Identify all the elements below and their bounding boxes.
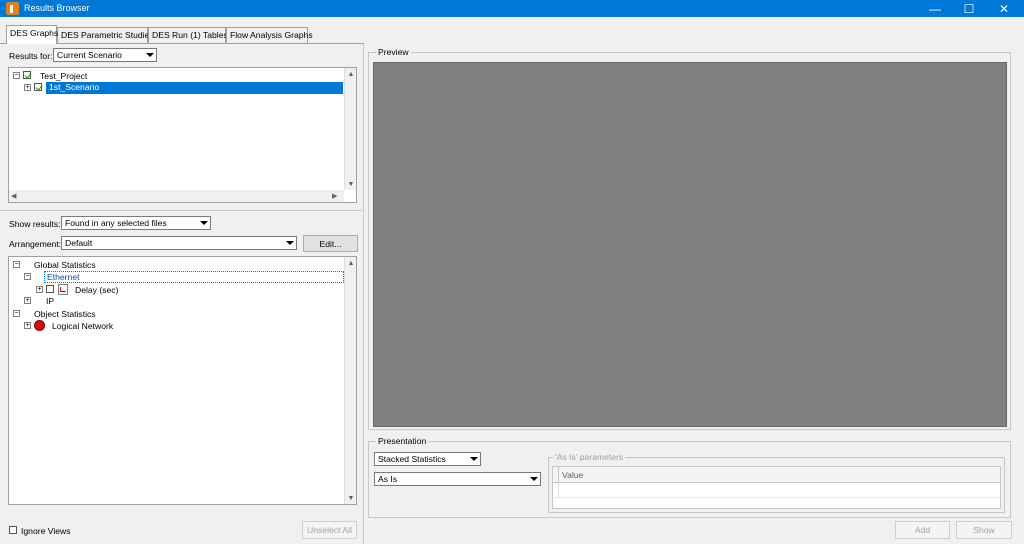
- scroll-down-icon[interactable]: ▼: [345, 492, 357, 504]
- collapse-icon[interactable]: −: [13, 261, 20, 268]
- tree-item-ethernet[interactable]: Ethernet: [44, 271, 344, 283]
- results-for-select[interactable]: Current Scenario: [53, 48, 157, 62]
- show-results-select[interactable]: Found in any selected files: [61, 216, 211, 230]
- show-results-value: Found in any selected files: [65, 218, 167, 228]
- collapse-icon[interactable]: −: [13, 310, 20, 317]
- project-checkbox[interactable]: [23, 71, 31, 79]
- close-button[interactable]: ✕: [987, 0, 1021, 17]
- ignore-views-label: Ignore Views: [21, 526, 71, 536]
- tree-item-global-statistics[interactable]: Global Statistics: [34, 260, 96, 270]
- expand-icon[interactable]: +: [24, 322, 31, 329]
- network-icon: [34, 320, 45, 331]
- scroll-up-icon[interactable]: ▲: [345, 68, 357, 80]
- tab-flow-analysis-graphs[interactable]: Flow Analysis Graphs: [226, 27, 313, 43]
- collapse-icon[interactable]: −: [13, 72, 20, 79]
- ignore-views-checkbox[interactable]: [9, 526, 17, 534]
- chevron-down-icon: [528, 474, 539, 484]
- presentation-type-value: Stacked Statistics: [378, 454, 446, 464]
- window-title: Results Browser: [24, 3, 90, 13]
- project-tree[interactable]: − Test_Project + 1st_Scenario ▲ ▼ ◀ ▶: [8, 67, 357, 203]
- tab-des-parametric-studies[interactable]: DES Parametric Studies: [57, 27, 154, 43]
- parameters-table: Value: [552, 466, 1001, 509]
- preview-title: Preview: [376, 47, 411, 57]
- chevron-down-icon: [144, 50, 155, 60]
- unselect-all-button[interactable]: Unselect All: [302, 521, 357, 539]
- horizontal-scrollbar[interactable]: ◀ ▶: [9, 190, 344, 202]
- splitter[interactable]: [0, 210, 362, 211]
- presentation-type-select[interactable]: Stacked Statistics: [374, 452, 481, 466]
- edit-button[interactable]: Edit...: [303, 235, 358, 252]
- presentation-mode-select[interactable]: As Is: [374, 472, 541, 486]
- scroll-left-icon[interactable]: ◀: [11, 192, 16, 200]
- collapse-icon[interactable]: −: [24, 273, 31, 280]
- tree-item-ip[interactable]: IP: [46, 296, 54, 306]
- tree-item-project[interactable]: Test_Project: [40, 71, 87, 81]
- presentation-mode-value: As Is: [378, 474, 398, 484]
- statistic-icon: [58, 284, 68, 295]
- app-icon: [6, 2, 19, 15]
- vertical-scrollbar[interactable]: ▲ ▼: [344, 257, 356, 504]
- arrangement-value: Default: [65, 238, 93, 248]
- arrangement-label: Arrangement:: [9, 239, 62, 249]
- chevron-down-icon: [468, 454, 479, 464]
- expand-icon[interactable]: +: [24, 297, 31, 304]
- arrangement-select[interactable]: Default: [61, 236, 297, 250]
- chevron-down-icon: [198, 218, 209, 228]
- statistics-tree[interactable]: − Global Statistics − Ethernet + Delay (…: [8, 256, 357, 505]
- show-results-label: Show results:: [9, 219, 61, 229]
- results-for-label: Results for:: [9, 51, 53, 61]
- expand-icon[interactable]: +: [24, 84, 31, 91]
- show-button[interactable]: Show: [956, 521, 1012, 539]
- preview-canvas: [373, 62, 1007, 427]
- chevron-down-icon: [284, 238, 295, 248]
- pane-divider: [363, 44, 364, 544]
- maximize-button[interactable]: ☐: [952, 0, 986, 17]
- expand-icon[interactable]: +: [36, 286, 43, 293]
- scenario-checkbox[interactable]: [34, 83, 42, 91]
- delay-checkbox[interactable]: [46, 285, 54, 293]
- presentation-title: Presentation: [376, 436, 429, 446]
- scroll-right-icon[interactable]: ▶: [332, 192, 337, 200]
- tree-item-logical-network[interactable]: Logical Network: [52, 321, 113, 331]
- vertical-scrollbar[interactable]: ▲ ▼: [344, 68, 356, 190]
- results-for-value: Current Scenario: [57, 50, 122, 60]
- as-is-parameters-title: 'As Is' parameters: [553, 452, 626, 462]
- tab-des-run-tables[interactable]: DES Run (1) Tables: [148, 27, 228, 43]
- scroll-up-icon[interactable]: ▲: [345, 257, 357, 269]
- title-bar: Results Browser — ☐ ✕: [0, 0, 1024, 17]
- minimize-button[interactable]: —: [918, 0, 952, 17]
- tree-item-delay[interactable]: Delay (sec): [75, 285, 118, 295]
- tree-item-scenario[interactable]: 1st_Scenario: [46, 82, 343, 94]
- scroll-down-icon[interactable]: ▼: [345, 178, 357, 190]
- table-header: Value: [553, 467, 1000, 483]
- column-value: Value: [562, 470, 584, 480]
- tab-des-graphs[interactable]: DES Graphs: [6, 25, 58, 44]
- tree-item-object-statistics[interactable]: Object Statistics: [34, 309, 96, 319]
- add-button[interactable]: Add: [895, 521, 950, 539]
